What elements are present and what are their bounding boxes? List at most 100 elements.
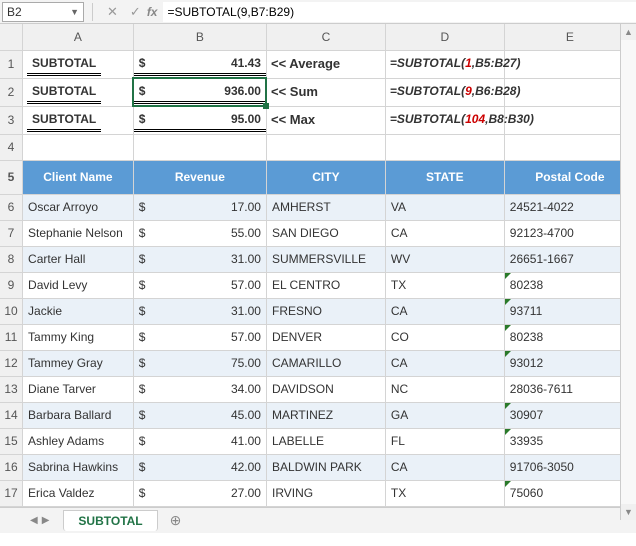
cell-postal[interactable]: 92123-4700 (504, 220, 635, 246)
cell-client[interactable]: Barbara Ballard (23, 402, 134, 428)
cell-city[interactable]: LABELLE (266, 428, 385, 454)
cell-postal[interactable]: 24521-4022 (504, 194, 635, 220)
cell-city[interactable]: FRESNO (266, 298, 385, 324)
cell[interactable]: << Max (266, 106, 385, 134)
row-header[interactable]: 7 (0, 220, 23, 246)
cell-postal[interactable]: 80238 (504, 324, 635, 350)
cell-state[interactable]: VA (385, 194, 504, 220)
select-all-corner[interactable] (0, 24, 23, 50)
cell-city[interactable]: IRVING (266, 480, 385, 506)
cell-state[interactable]: CA (385, 298, 504, 324)
row-header[interactable]: 16 (0, 454, 23, 480)
col-header-b[interactable]: B (133, 24, 266, 50)
row-header[interactable]: 9 (0, 272, 23, 298)
table-header-cell[interactable]: Postal Code (504, 160, 635, 194)
row-header[interactable]: 8 (0, 246, 23, 272)
scroll-track[interactable] (621, 40, 636, 504)
table-header-cell[interactable]: STATE (385, 160, 504, 194)
cell[interactable]: SUBTOTAL (23, 106, 134, 134)
cell-postal[interactable]: 28036-7611 (504, 376, 635, 402)
cell[interactable]: << Average (266, 50, 385, 78)
cell-client[interactable]: Sabrina Hawkins (23, 454, 134, 480)
confirm-formula-button[interactable]: ✓ (124, 4, 147, 20)
col-header-a[interactable]: A (23, 24, 134, 50)
table-header-cell[interactable]: Client Name (23, 160, 134, 194)
cell[interactable] (385, 134, 504, 160)
cell-client[interactable]: Tammy King (23, 324, 134, 350)
cell-state[interactable]: CA (385, 350, 504, 376)
cell[interactable]: $41.43 (133, 50, 266, 78)
cell-client[interactable]: Tammey Gray (23, 350, 134, 376)
cell[interactable]: =SUBTOTAL(1,B5:B27) (385, 50, 504, 78)
cell-postal[interactable]: 80238 (504, 272, 635, 298)
row-header[interactable]: 11 (0, 324, 23, 350)
cell-revenue[interactable]: $41.00 (133, 428, 266, 454)
cell-state[interactable]: CA (385, 454, 504, 480)
cell-postal[interactable]: 75060 (504, 480, 635, 506)
cell-postal[interactable]: 93012 (504, 350, 635, 376)
row-header[interactable]: 12 (0, 350, 23, 376)
cell[interactable]: << Sum (266, 78, 385, 106)
cell-state[interactable]: TX (385, 272, 504, 298)
col-header-d[interactable]: D (385, 24, 504, 50)
cell-postal[interactable]: 26651-1667 (504, 246, 635, 272)
cell-revenue[interactable]: $75.00 (133, 350, 266, 376)
fx-icon[interactable]: fx (147, 5, 164, 19)
cell-city[interactable]: SUMMERSVILLE (266, 246, 385, 272)
cell-revenue[interactable]: $57.00 (133, 324, 266, 350)
cell-revenue[interactable]: $45.00 (133, 402, 266, 428)
cell-state[interactable]: GA (385, 402, 504, 428)
vertical-scrollbar[interactable]: ▲ ▼ (620, 24, 636, 520)
cell-city[interactable]: AMHERST (266, 194, 385, 220)
row-header[interactable]: 5 (0, 160, 23, 194)
row-header[interactable]: 15 (0, 428, 23, 454)
cell[interactable] (504, 134, 635, 160)
cell-client[interactable]: Stephanie Nelson (23, 220, 134, 246)
cell-revenue[interactable]: $55.00 (133, 220, 266, 246)
row-header[interactable]: 6 (0, 194, 23, 220)
name-box[interactable]: B2 ▼ (2, 2, 84, 22)
col-header-c[interactable]: C (266, 24, 385, 50)
cell[interactable] (504, 78, 635, 106)
cell-revenue[interactable]: $34.00 (133, 376, 266, 402)
cell-client[interactable]: Jackie (23, 298, 134, 324)
cell-postal[interactable]: 30907 (504, 402, 635, 428)
cell-state[interactable]: CO (385, 324, 504, 350)
cell-revenue[interactable]: $42.00 (133, 454, 266, 480)
row-header[interactable]: 10 (0, 298, 23, 324)
cell-state[interactable]: WV (385, 246, 504, 272)
cell-city[interactable]: EL CENTRO (266, 272, 385, 298)
cell-city[interactable]: DAVIDSON (266, 376, 385, 402)
cell-client[interactable]: Oscar Arroyo (23, 194, 134, 220)
chevron-down-icon[interactable]: ▼ (70, 7, 79, 17)
table-header-cell[interactable]: Revenue (133, 160, 266, 194)
col-header-e[interactable]: E (504, 24, 635, 50)
row-header[interactable]: 3 (0, 106, 23, 134)
cell-revenue[interactable]: $31.00 (133, 246, 266, 272)
scroll-up-icon[interactable]: ▲ (621, 24, 636, 40)
sheet-tab-subtotal[interactable]: SUBTOTAL (63, 510, 157, 531)
cell-revenue[interactable]: $57.00 (133, 272, 266, 298)
cell-city[interactable]: MARTINEZ (266, 402, 385, 428)
cell-revenue[interactable]: $31.00 (133, 298, 266, 324)
formula-input[interactable] (163, 2, 636, 22)
row-header[interactable]: 17 (0, 480, 23, 506)
cell-state[interactable]: TX (385, 480, 504, 506)
cell-postal[interactable]: 91706-3050 (504, 454, 635, 480)
cell-revenue[interactable]: $17.00 (133, 194, 266, 220)
cell[interactable]: =SUBTOTAL(104,B8:B30) (385, 106, 504, 134)
row-header[interactable]: 13 (0, 376, 23, 402)
cell-city[interactable]: DENVER (266, 324, 385, 350)
add-sheet-button[interactable]: ⊕ (160, 512, 192, 529)
cell-state[interactable]: CA (385, 220, 504, 246)
cell-client[interactable]: David Levy (23, 272, 134, 298)
cell-postal[interactable]: 93711 (504, 298, 635, 324)
cancel-formula-button[interactable]: ✕ (101, 4, 124, 20)
fill-handle[interactable] (263, 103, 269, 109)
row-header[interactable]: 14 (0, 402, 23, 428)
cell[interactable] (266, 134, 385, 160)
row-header[interactable]: 4 (0, 134, 23, 160)
cell[interactable]: SUBTOTAL (23, 50, 134, 78)
cell-city[interactable]: SAN DIEGO (266, 220, 385, 246)
row-header[interactable]: 2 (0, 78, 23, 106)
